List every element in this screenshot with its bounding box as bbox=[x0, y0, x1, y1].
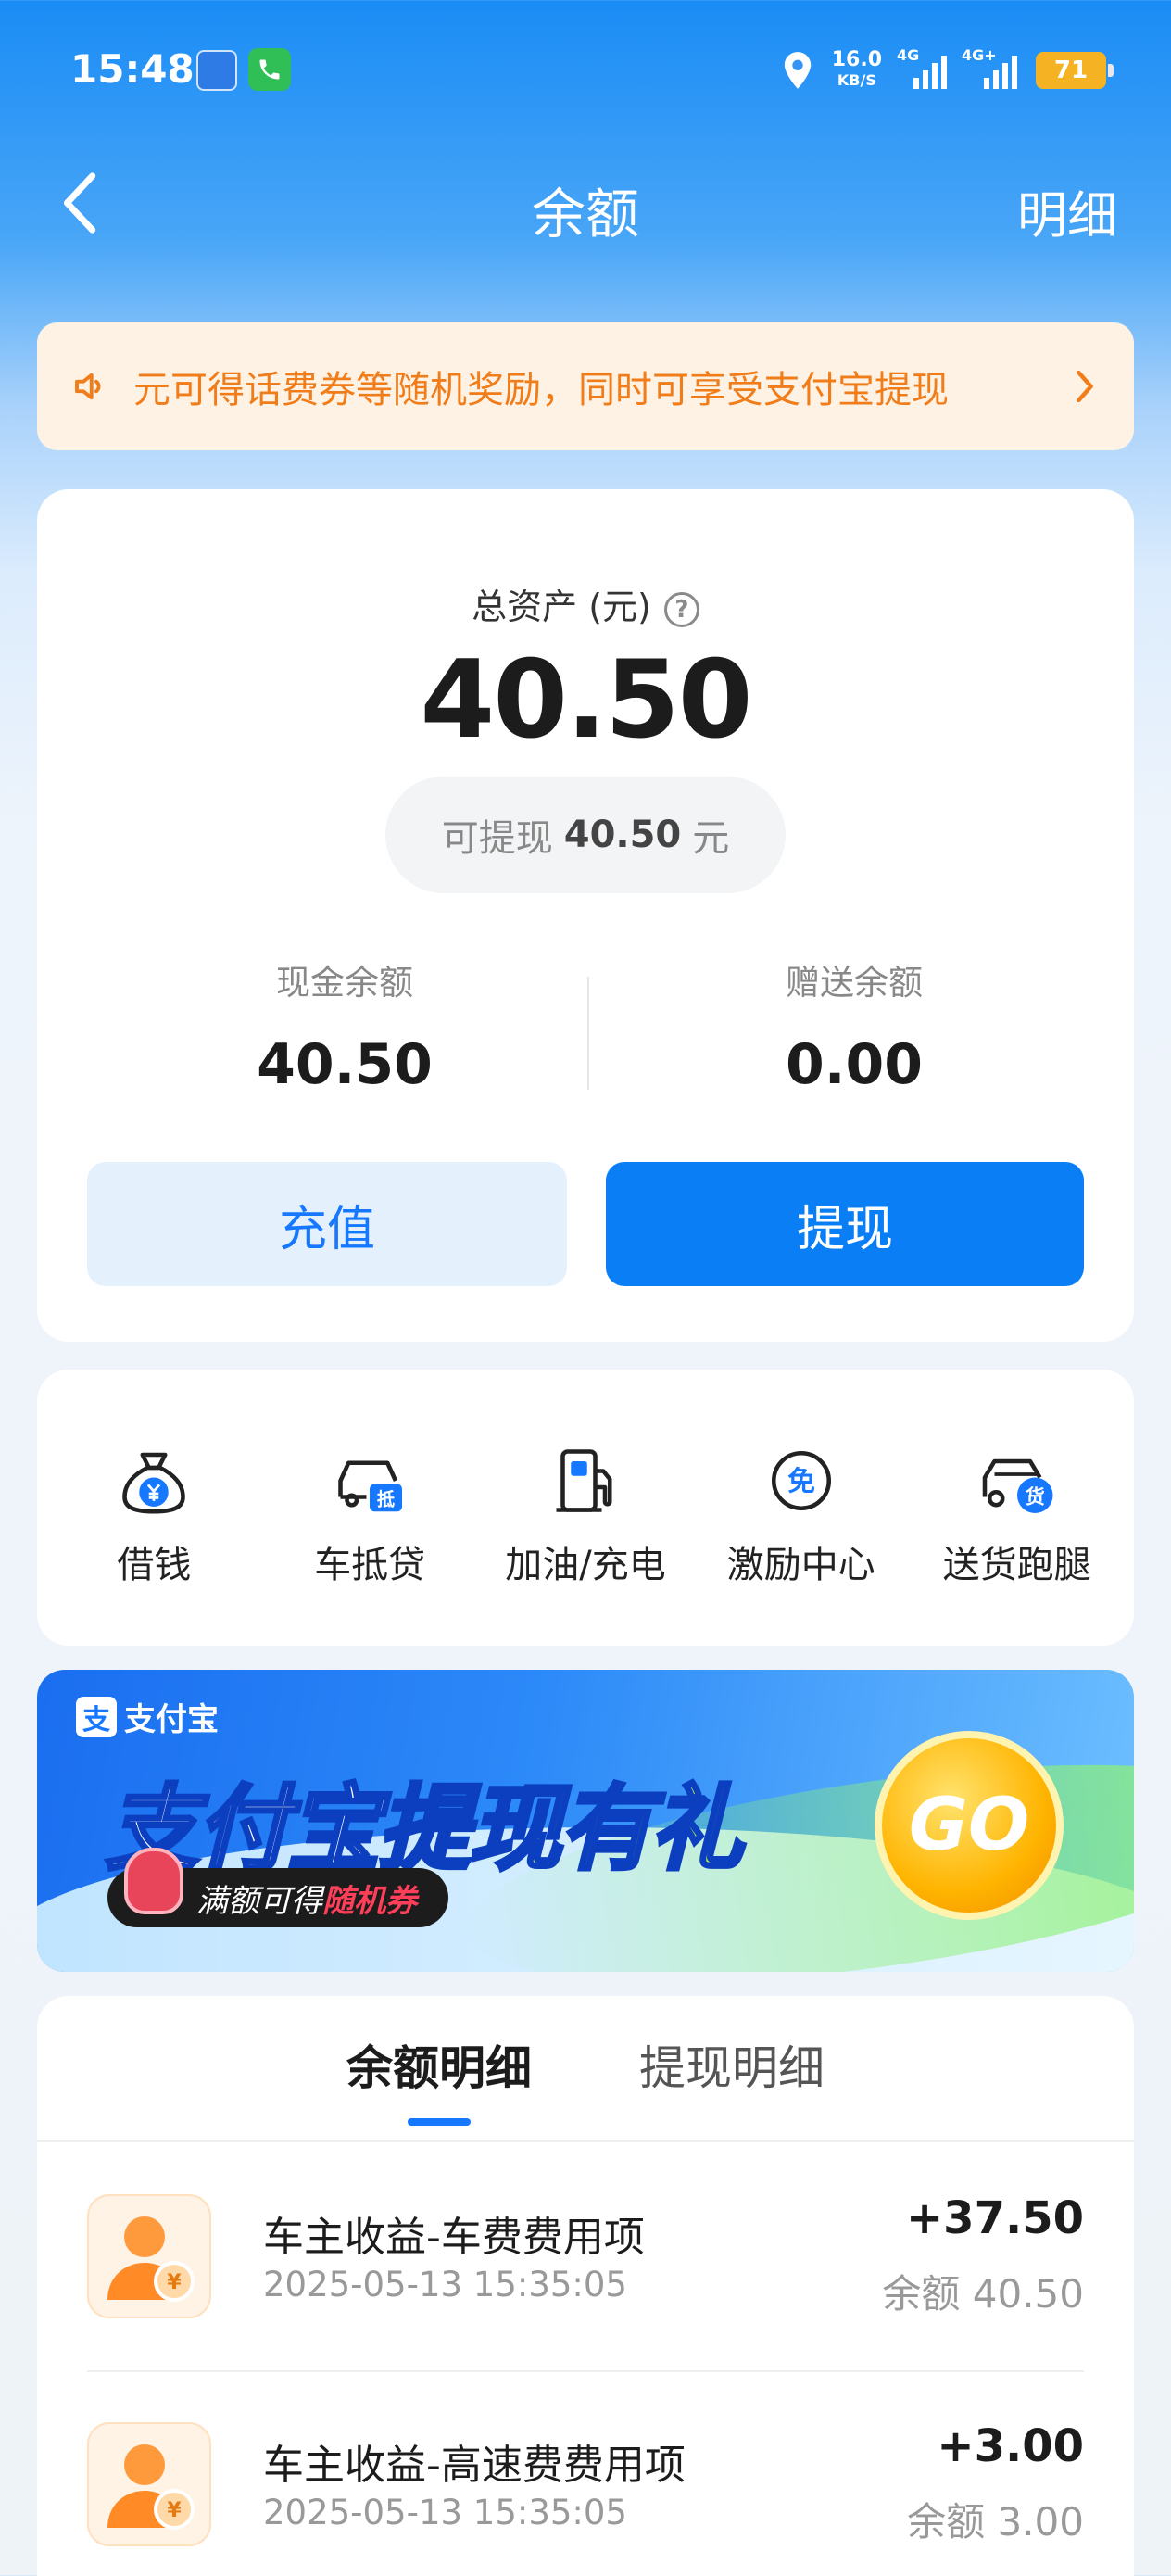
total-assets-label: 总资产 (元)? bbox=[37, 578, 1134, 629]
chevron-right-icon bbox=[1077, 370, 1093, 403]
records-card: 余额明细 提现明细 ¥ 车主收益-车费费用项 2025-05-13 15:35:… bbox=[37, 1996, 1134, 2576]
phone-call-icon bbox=[248, 48, 291, 91]
promo-tag-highlight: 随机券 bbox=[322, 1882, 417, 1920]
service-incentive-center-label: 激励中心 bbox=[726, 1544, 875, 1586]
speaker-icon bbox=[75, 373, 101, 400]
alipay-brand-text: 支付宝 bbox=[124, 1701, 219, 1738]
alipay-logo-icon: 支 bbox=[76, 1696, 117, 1737]
balance-divider bbox=[587, 977, 589, 1090]
services-grid: 借钱 抵 车抵贷 加油/充电 免 激励中心 货 送货跑腿 bbox=[37, 1370, 1134, 1646]
promo-banner[interactable]: 支 支付宝 支付宝提现有礼 满额可得 随机券 GO bbox=[37, 1670, 1134, 1972]
free-badge-icon: 免 bbox=[771, 1450, 831, 1511]
nav-bar: 余额 明细 bbox=[0, 158, 1171, 250]
tabs-divider bbox=[37, 2140, 1134, 2142]
balance-card: 总资产 (元)? 40.50 可提现 40.50 元 现金余额 40.50 赠送… bbox=[37, 489, 1134, 1342]
status-time: 15:48 bbox=[70, 46, 195, 92]
withdrawable-suffix: 元 bbox=[692, 817, 730, 860]
service-delivery-label: 送货跑腿 bbox=[942, 1544, 1091, 1586]
page-title: 余额 bbox=[531, 183, 639, 246]
help-icon[interactable]: ? bbox=[663, 591, 699, 627]
service-fuel-charge-label: 加油/充电 bbox=[505, 1544, 666, 1586]
service-delivery[interactable]: 货 送货跑腿 bbox=[911, 1370, 1124, 1646]
tab-withdraw-detail-label: 提现明细 bbox=[639, 2041, 825, 2095]
record-balance: 余额 40.50 bbox=[882, 2271, 1084, 2317]
svg-text:¥: ¥ bbox=[167, 2499, 182, 2522]
tab-withdraw-detail[interactable]: 提现明细 bbox=[639, 2031, 825, 2124]
delivery-truck-icon: 货 bbox=[982, 1458, 1053, 1513]
service-borrow-label: 借钱 bbox=[117, 1544, 192, 1586]
sim1-label: 4G bbox=[897, 46, 920, 64]
notice-banner[interactable]: 元可得话费券等随机奖励，同时可享受支付宝提现 bbox=[37, 322, 1134, 450]
cash-balance: 现金余额 40.50 bbox=[150, 954, 539, 1097]
records-tabs: 余额明细 提现明细 bbox=[37, 2031, 1134, 2126]
service-borrow[interactable]: 借钱 bbox=[47, 1370, 260, 1646]
service-incentive-center[interactable]: 免 激励中心 bbox=[695, 1370, 908, 1646]
signal-icon-2: 4G+ bbox=[962, 46, 1017, 89]
notice-text: 元可得话费券等随机奖励，同时可享受支付宝提现 bbox=[133, 369, 949, 411]
tab-balance-detail-label: 余额明细 bbox=[346, 2041, 532, 2095]
promo-tag-prefix: 满额可得 bbox=[196, 1882, 322, 1920]
svg-text:免: 免 bbox=[787, 1466, 815, 1498]
withdraw-button[interactable]: 提现 bbox=[606, 1162, 1084, 1286]
app-notification-icon bbox=[196, 50, 237, 91]
driver-income-icon: ¥ bbox=[87, 2194, 211, 2318]
tab-balance-detail[interactable]: 余额明细 bbox=[346, 2031, 532, 2126]
record-title: 车主收益-高速费费用项 bbox=[263, 2442, 686, 2489]
sim2-label: 4G+ bbox=[962, 46, 997, 64]
svg-text:抵: 抵 bbox=[377, 1488, 396, 1509]
gift-balance: 赠送余额 0.00 bbox=[660, 954, 1049, 1097]
promo-title-part2: 提现有礼 bbox=[376, 1773, 745, 1885]
list-item[interactable]: ¥ 车主收益-车费费用项 2025-05-13 15:35:05 +37.50 … bbox=[87, 2144, 1084, 2370]
record-time: 2025-05-13 15:35:05 bbox=[263, 2493, 627, 2532]
battery-indicator: 71 bbox=[1036, 52, 1114, 89]
list-item[interactable]: ¥ 车主收益-高速费费用项 2025-05-13 15:35:05 +3.00 … bbox=[87, 2372, 1084, 2576]
go-button[interactable]: GO bbox=[875, 1731, 1064, 1920]
gift-balance-label: 赠送余额 bbox=[786, 963, 923, 1003]
record-title: 车主收益-车费费用项 bbox=[263, 2214, 645, 2261]
record-balance: 余额 3.00 bbox=[907, 2499, 1084, 2544]
red-bag-icon bbox=[124, 1848, 183, 1914]
status-bar: 15:48 16.0 KB/S 4G 4G+ 71 bbox=[0, 0, 1171, 139]
total-assets-value: 40.50 bbox=[420, 638, 753, 763]
withdrawable-pill: 可提现 40.50 元 bbox=[385, 777, 786, 893]
record-amount: +37.50 bbox=[905, 2192, 1084, 2244]
net-speed-value: 16.0 bbox=[831, 48, 882, 71]
car-loan-icon: 抵 bbox=[338, 1460, 403, 1512]
cash-balance-value: 40.50 bbox=[257, 1032, 433, 1097]
recharge-button[interactable]: 充值 bbox=[87, 1162, 567, 1286]
svg-text:货: 货 bbox=[1025, 1486, 1044, 1509]
promo-tag: 满额可得 随机券 bbox=[107, 1848, 448, 1927]
service-car-loan-label: 车抵贷 bbox=[314, 1544, 426, 1586]
service-fuel-charge[interactable]: 加油/充电 bbox=[479, 1370, 692, 1646]
record-time: 2025-05-13 15:35:05 bbox=[263, 2265, 627, 2305]
money-bag-icon bbox=[122, 1452, 186, 1514]
alipay-brand: 支 支付宝 bbox=[76, 1694, 219, 1739]
detail-link[interactable]: 明细 bbox=[1017, 174, 1117, 247]
svg-text:¥: ¥ bbox=[167, 2271, 182, 2294]
record-amount: +3.00 bbox=[937, 2420, 1084, 2472]
withdrawable-prefix: 可提现 bbox=[441, 817, 553, 860]
active-tab-indicator bbox=[408, 2118, 471, 2126]
fuel-pump-icon bbox=[556, 1449, 612, 1512]
net-speed-unit: KB/S bbox=[837, 71, 876, 89]
signal-icon: 4G bbox=[897, 46, 947, 89]
gift-balance-value: 0.00 bbox=[785, 1032, 924, 1097]
status-indicators: 16.0 KB/S 4G 4G+ 71 bbox=[782, 44, 1114, 96]
driver-income-icon: ¥ bbox=[87, 2422, 211, 2546]
cash-balance-label: 现金余额 bbox=[276, 963, 413, 1003]
service-car-loan[interactable]: 抵 车抵贷 bbox=[263, 1370, 476, 1646]
net-speed: 16.0 KB/S bbox=[832, 50, 882, 91]
location-icon bbox=[784, 52, 811, 89]
withdrawable-amount: 40.50 bbox=[563, 814, 682, 856]
total-assets-label-text: 总资产 (元) bbox=[472, 587, 651, 627]
